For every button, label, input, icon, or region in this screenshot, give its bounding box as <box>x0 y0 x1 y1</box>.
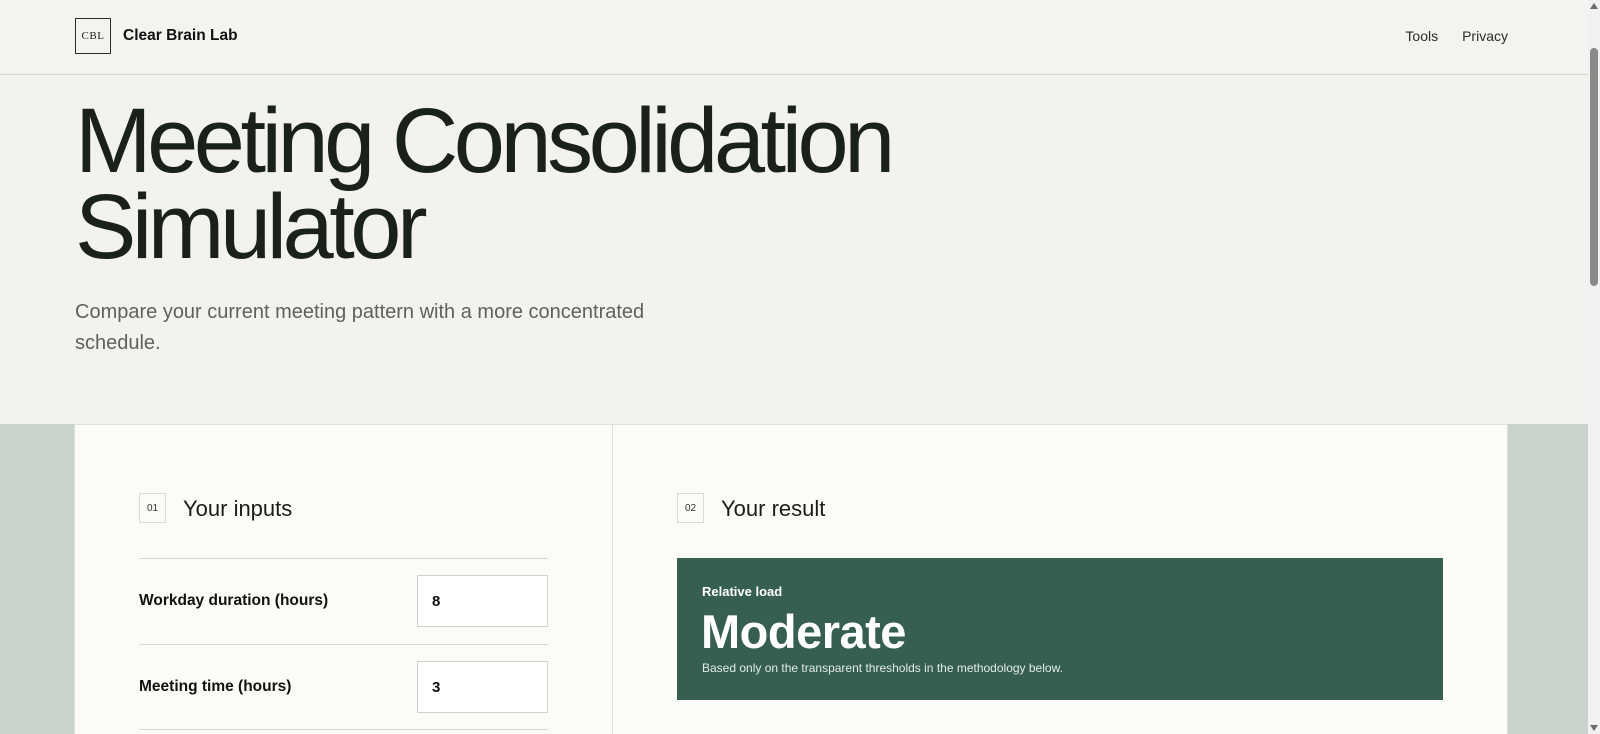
result-heading: Your result <box>721 496 826 521</box>
nav-link-tools[interactable]: Tools <box>1405 28 1438 44</box>
scroll-up-arrow-icon[interactable] <box>1590 3 1598 9</box>
result-note: Based only on the transparent thresholds… <box>702 661 1063 675</box>
main-nav: Tools Privacy <box>1405 28 1508 44</box>
inputs-step-number: 01 <box>139 493 166 523</box>
result-step-number: 02 <box>677 493 704 523</box>
row-divider <box>139 729 548 730</box>
vertical-scrollbar[interactable] <box>1588 0 1600 734</box>
page-title: Meeting Consolidation Simulator <box>75 95 975 273</box>
site-header: CBL Clear Brain Lab Tools Privacy <box>0 0 1588 75</box>
page-subtitle: Compare your current meeting pattern wit… <box>75 301 645 354</box>
workday-duration-label: Workday duration (hours) <box>139 592 329 609</box>
page-title-line-2: Simulator <box>75 176 428 278</box>
scroll-down-arrow-icon[interactable] <box>1590 725 1598 731</box>
page: CBL Clear Brain Lab Tools Privacy Meetin… <box>0 0 1588 734</box>
meeting-time-label: Meeting time (hours) <box>139 678 292 695</box>
column-divider <box>612 424 613 734</box>
result-kicker: Relative load <box>702 584 783 599</box>
workday-duration-input[interactable] <box>417 575 548 627</box>
row-divider <box>139 558 548 559</box>
inputs-heading: Your inputs <box>183 496 293 521</box>
brand-name[interactable]: Clear Brain Lab <box>123 27 238 45</box>
row-divider <box>139 644 548 645</box>
result-panel: Relative load Moderate Based only on the… <box>677 558 1443 700</box>
logo[interactable]: CBL <box>75 18 111 54</box>
nav-link-privacy[interactable]: Privacy <box>1462 28 1508 44</box>
meeting-time-input[interactable] <box>417 661 548 713</box>
scrollbar-thumb[interactable] <box>1590 48 1598 286</box>
result-value: Moderate <box>701 605 906 658</box>
